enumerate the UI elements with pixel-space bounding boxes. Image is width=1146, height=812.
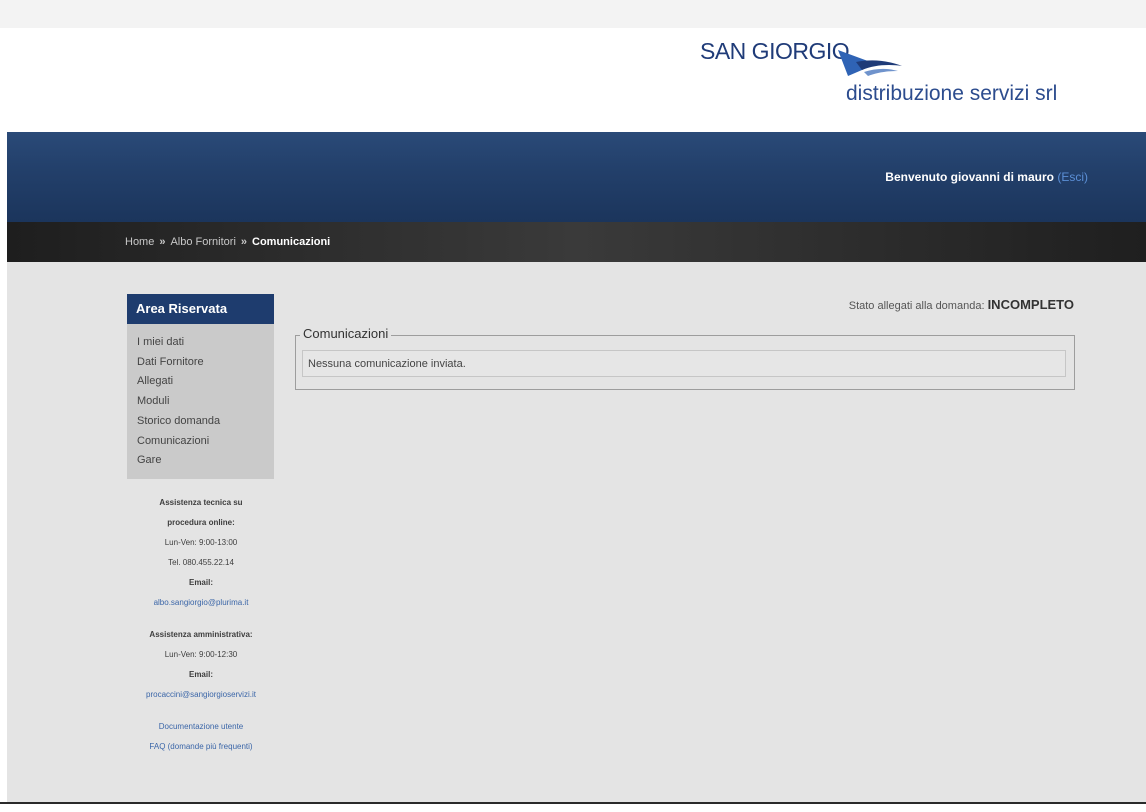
faq-link[interactable]: FAQ (domande più frequenti) [149,742,252,751]
tech-assist-phone: Tel. 080.455.22.14 [168,557,234,567]
logout-link[interactable]: (Esci) [1057,170,1088,184]
sidebar-item-comunicazioni[interactable]: Comunicazioni [137,432,274,452]
swoosh-icon [838,50,902,76]
admin-assist-title: Assistenza amministrativa: [149,629,253,639]
tech-assist-title: Assistenza tecnica su [159,497,243,507]
sidebar-item-dati-fornitore[interactable]: Dati Fornitore [137,353,274,373]
section-title: Comunicazioni [300,326,392,341]
breadcrumb-albo-fornitori[interactable]: Albo Fornitori [170,236,235,248]
sidebar-item-storico-domanda[interactable]: Storico domanda [137,412,274,432]
welcome-text: Benvenuto giovanni di mauro [885,170,1054,184]
empty-message: Nessuna comunicazione inviata. [302,350,1066,377]
sidebar-menu: I miei dati Dati Fornitore Allegati Modu… [127,324,274,479]
status-label: Stato allegati alla domanda: [848,300,985,312]
tech-assist-email-label: Email: [188,577,213,587]
breadcrumb-current: Comunicazioni [252,236,331,248]
welcome-message: Benvenuto giovanni di mauro (Esci) [885,170,1088,184]
admin-assist-email-link[interactable]: procaccini@sangiorgioservizi.it [146,690,256,699]
communications-section: Comunicazioni Nessuna comunicazione invi… [295,326,1075,390]
tech-assist-email-link[interactable]: albo.sangiorgio@plurima.it [154,598,249,607]
assistance-info: Assistenza tecnica su procedura online: … [117,493,285,757]
top-strip [0,0,1146,28]
user-docs-link[interactable]: Documentazione utente [159,722,244,731]
breadcrumb-separator: » [159,236,166,248]
sidebar-item-i-miei-dati[interactable]: I miei dati [137,333,274,353]
admin-assist-email-label: Email: [188,669,213,679]
brand-subtitle: distribuzione servizi srl [846,82,1058,105]
breadcrumb-separator: » [240,236,248,248]
status-badge: INCOMPLETO [987,297,1074,312]
sidebar-item-allegati[interactable]: Allegati [137,372,274,392]
tech-assist-title-2: procedura online: [167,517,235,527]
footer-line [0,802,1146,812]
breadcrumb-home[interactable]: Home [125,236,154,248]
sidebar-title: Area Riservata [127,294,274,324]
tech-assist-hours: Lun-Ven: 9:00-13:00 [164,537,238,547]
sidebar-item-moduli[interactable]: Moduli [137,392,274,412]
breadcrumb: Home » Albo Fornitori » Comunicazioni [125,236,330,248]
sidebar-item-gare[interactable]: Gare [137,451,274,471]
attachment-status: Stato allegati alla domanda: INCOMPLETO [849,297,1074,312]
brand-name: SAN GIORGIO [700,38,850,64]
admin-assist-hours: Lun-Ven: 9:00-12:30 [164,649,238,659]
sidebar: Area Riservata I miei dati Dati Fornitor… [127,294,274,757]
breadcrumb-bar: Home » Albo Fornitori » Comunicazioni [7,222,1146,262]
top-bar: Benvenuto giovanni di mauro (Esci) [7,132,1146,222]
brand-logo[interactable]: SAN GIORGIO distribuzione servizi srl [700,38,1090,118]
